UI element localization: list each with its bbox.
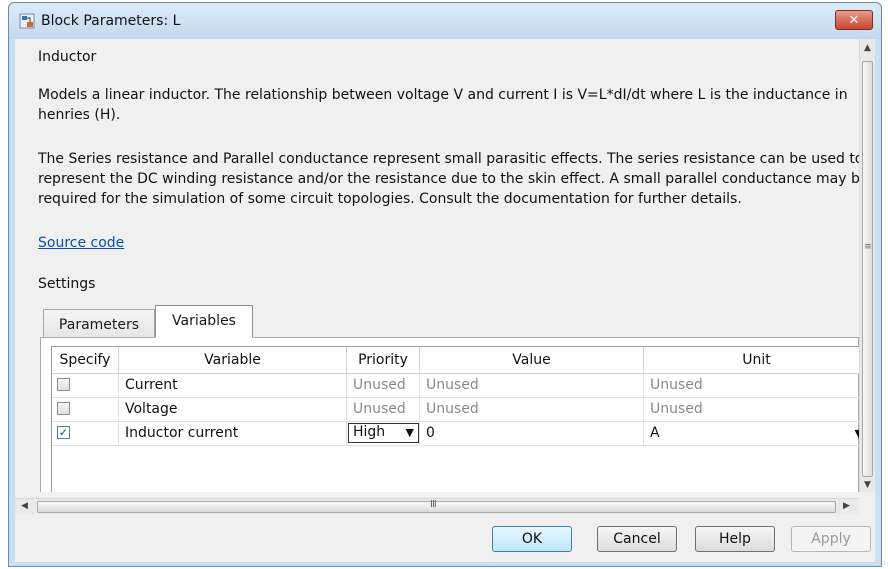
table-row: ✓	[52, 422, 119, 446]
ok-button[interactable]: OK	[492, 526, 572, 552]
unit-current: Unused	[644, 374, 859, 398]
horizontal-scrollbar[interactable]: ◀ III ▶	[15, 498, 859, 515]
help-button[interactable]: Help	[695, 526, 775, 552]
parameters-scroll-area: Inductor Models a linear inductor. The r…	[15, 39, 859, 492]
tab-variables[interactable]: Variables	[155, 305, 253, 338]
scroll-grip-icon: III	[430, 499, 437, 510]
scroll-up-icon[interactable]: ▲	[864, 43, 871, 53]
scroll-down-icon[interactable]: ▼	[864, 480, 871, 490]
priority-voltage: Unused	[347, 398, 420, 422]
block-description: Models a linear inductor. The relationsh…	[38, 87, 848, 123]
column-header-value[interactable]: Value	[420, 347, 644, 374]
variable-name-voltage: Voltage	[119, 398, 347, 422]
vertical-scrollbar[interactable]: ▲ ≡ ▼	[859, 39, 875, 492]
priority-cell-inductor-current: High ▼	[347, 422, 420, 446]
table-row	[52, 398, 119, 422]
variable-name-inductor-current: Inductor current	[119, 422, 347, 446]
scroll-grip-icon: ≡	[864, 242, 872, 252]
column-header-specify[interactable]: Specify	[52, 347, 119, 374]
close-icon: ✕	[848, 12, 860, 28]
scroll-left-icon[interactable]: ◀	[21, 501, 28, 511]
window-title: Block Parameters: L	[41, 13, 181, 29]
specify-checkbox-inductor-current[interactable]: ✓	[57, 426, 70, 439]
simulink-block-icon	[19, 13, 35, 29]
value-voltage: Unused	[420, 398, 644, 422]
unit-voltage: Unused	[644, 398, 859, 422]
specify-checkbox-voltage[interactable]	[57, 402, 70, 415]
variables-table: Specify Variable Priority Value Unit Cur…	[51, 346, 859, 492]
scroll-right-icon[interactable]: ▶	[843, 501, 850, 511]
unit-cell-inductor-current: A ▼	[644, 422, 859, 446]
source-code-link[interactable]: Source code	[38, 235, 124, 251]
settings-label: Settings	[38, 276, 96, 292]
close-button[interactable]: ✕	[835, 10, 873, 30]
value-field-inductor-current[interactable]: 0	[420, 422, 644, 446]
column-header-variable[interactable]: Variable	[119, 347, 347, 374]
block-description-details: The Series resistance and Parallel condu…	[38, 151, 859, 207]
column-header-priority[interactable]: Priority	[347, 347, 420, 374]
apply-button[interactable]: Apply	[791, 526, 871, 552]
table-row	[52, 374, 119, 398]
unit-dropdown-value: A	[650, 425, 660, 441]
checkmark-icon: ✓	[58, 426, 69, 439]
priority-dropdown[interactable]: High ▼	[348, 423, 419, 443]
priority-dropdown-value: High	[353, 424, 386, 440]
variables-tab-panel: Specify Variable Priority Value Unit Cur…	[40, 337, 859, 492]
value-current: Unused	[420, 374, 644, 398]
priority-current: Unused	[347, 374, 420, 398]
unit-dropdown[interactable]: A ▼	[644, 422, 859, 445]
specify-checkbox-current[interactable]	[57, 378, 70, 391]
block-parameters-dialog: Block Parameters: L ✕ Inductor Models a …	[8, 2, 882, 567]
dialog-client-area: Inductor Models a linear inductor. The r…	[15, 39, 875, 562]
vertical-scroll-thumb[interactable]: ≡	[862, 61, 873, 477]
block-name-label: Inductor	[38, 49, 97, 65]
tab-parameters[interactable]: Parameters	[43, 309, 155, 337]
cancel-button[interactable]: Cancel	[597, 526, 677, 552]
horizontal-scroll-thumb[interactable]: III	[37, 499, 836, 513]
title-bar[interactable]: Block Parameters: L ✕	[9, 3, 881, 39]
variable-name-current: Current	[119, 374, 347, 398]
chevron-down-icon: ▼	[405, 426, 414, 439]
column-header-unit[interactable]: Unit	[644, 347, 859, 374]
